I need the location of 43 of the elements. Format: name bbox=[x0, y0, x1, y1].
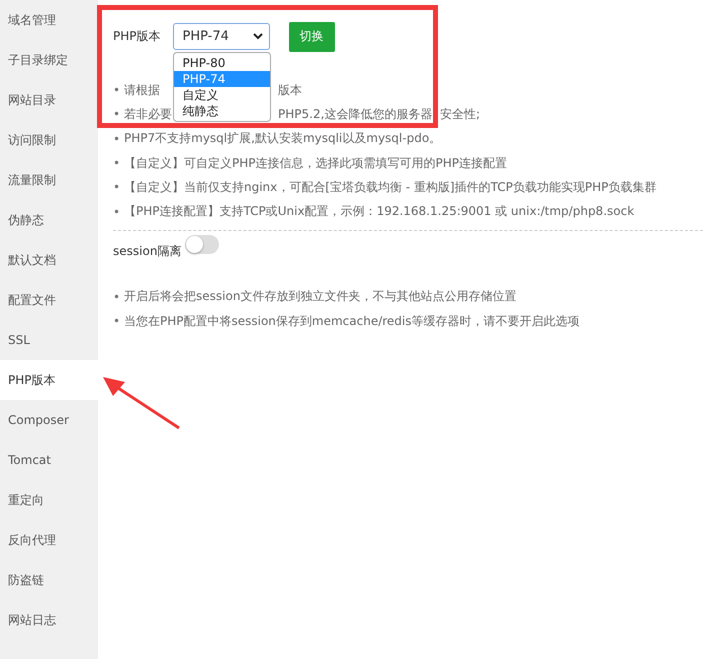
note-text: PHP7不支持mysql扩展,默认安装mysqli以及mysql-pdo。 bbox=[124, 130, 442, 148]
sidebar-item[interactable]: 伪静态 bbox=[0, 200, 98, 240]
toggle-switch[interactable] bbox=[185, 235, 220, 254]
sidebar-item[interactable]: 配置文件 bbox=[0, 280, 98, 320]
note-text: 安全性; bbox=[440, 106, 480, 123]
dropdown-option[interactable]: 自定义 bbox=[174, 87, 270, 103]
note-text: 当您在PHP配置中将session保存到memcache/redis等缓存器时，请不要开启此选项 bbox=[124, 312, 580, 330]
bullet: • bbox=[113, 180, 122, 194]
note-text: 请根据 bbox=[124, 82, 160, 99]
note-text: PHP5.2,这会降低您的服务器 bbox=[278, 106, 432, 123]
dropdown-option[interactable]: 纯静态 bbox=[174, 103, 270, 119]
sidebar-item[interactable]: 网站目录 bbox=[0, 80, 98, 120]
bullet: • bbox=[113, 204, 122, 219]
sidebar-item[interactable]: 访问限制 bbox=[0, 120, 98, 160]
note-text: 【自定义】当前仅支持nginx，可配合[宝塔负载均衡 - 重构版]插件的TCP负载功能实现PHP负载集群 bbox=[124, 178, 656, 196]
sidebar-item[interactable]: Tomcat bbox=[0, 440, 98, 480]
sidebar-item[interactable]: SSL bbox=[0, 320, 98, 360]
sidebar-item[interactable]: 网站日志 bbox=[0, 600, 98, 640]
bullet: • bbox=[113, 290, 122, 304]
chevron-down-icon bbox=[252, 33, 262, 40]
note-text: 版本 bbox=[278, 82, 302, 99]
php-version-label: PHP版本 bbox=[113, 28, 160, 45]
sidebar-item[interactable]: Composer bbox=[0, 400, 98, 440]
dropdown-option[interactable]: PHP-80 bbox=[174, 55, 270, 71]
note-text: 若非必要 bbox=[124, 106, 172, 123]
bullet: • bbox=[113, 132, 122, 146]
sidebar-item[interactable]: 子目录绑定 bbox=[0, 40, 98, 80]
sidebar-item[interactable]: 域名管理 bbox=[0, 0, 98, 40]
sidebar-item[interactable]: 流量限制 bbox=[0, 160, 98, 200]
sidebar-item[interactable]: 反向代理 bbox=[0, 520, 98, 560]
session-label: session隔离 bbox=[113, 243, 182, 260]
sidebar-item[interactable]: PHP版本 bbox=[0, 360, 98, 400]
note-text: 【PHP连接配置】支持TCP或Unix配置，示例：192.168.1.25:9001 或 unix:/tmp/php8.sock bbox=[124, 203, 634, 220]
sidebar-item[interactable]: 默认文档 bbox=[0, 240, 98, 280]
bullet: • bbox=[113, 314, 122, 328]
bullet: • bbox=[113, 107, 122, 122]
note-text: 【自定义】可自定义PHP连接信息，选择此项需填写可用的PHP连接配置 bbox=[124, 154, 507, 172]
bullet: • bbox=[113, 83, 122, 98]
note-text: 开启后将会把session文件存放到独立文件夹，不与其他站点公用存储位置 bbox=[124, 288, 516, 306]
sidebar-item[interactable]: 防盗链 bbox=[0, 560, 98, 600]
sidebar-item[interactable]: 重定向 bbox=[0, 480, 98, 520]
version-select[interactable]: PHP-74 bbox=[172, 23, 270, 50]
bullet: • bbox=[113, 156, 122, 170]
